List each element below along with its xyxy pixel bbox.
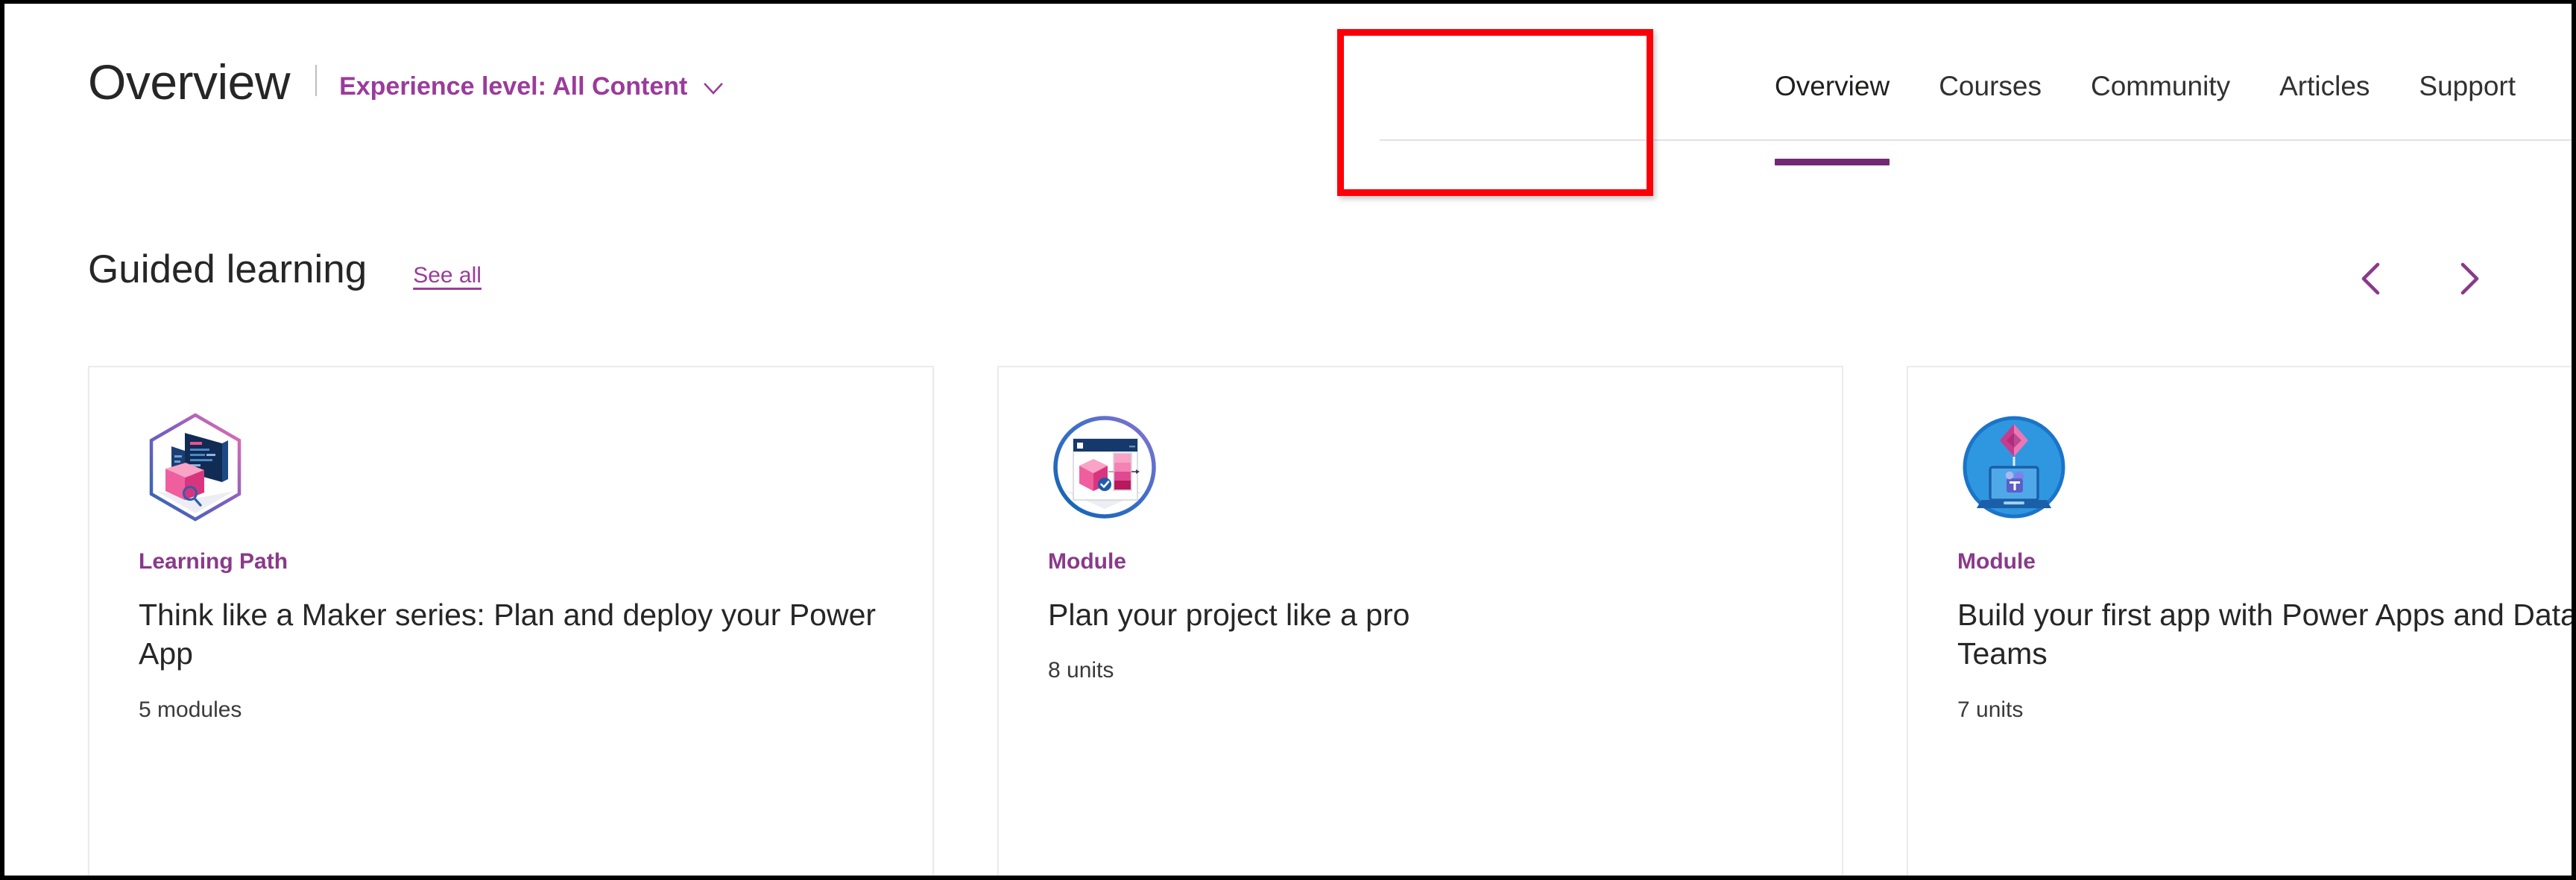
active-tab-underline bbox=[1775, 159, 1890, 165]
circle-module-teams-dataverse-icon bbox=[1957, 411, 2071, 524]
card-meta-label: 8 units bbox=[1048, 658, 1114, 683]
card-meta-label: 5 modules bbox=[139, 697, 242, 722]
annotation-highlight-box bbox=[1337, 29, 1653, 196]
title-divider bbox=[315, 65, 318, 96]
tab-community[interactable]: Community bbox=[2066, 72, 2255, 100]
carousel-prev-button[interactable] bbox=[2351, 257, 2394, 300]
card-kind-label: Module bbox=[1048, 549, 1126, 574]
guided-learning-carousel: Learning Path Think like a Maker series:… bbox=[88, 366, 2572, 876]
guided-learning-header: Guided learning See all bbox=[88, 250, 482, 289]
card-title: Build your first app with Power Apps and… bbox=[1957, 598, 2572, 671]
learning-card[interactable]: Module Build your first app with Power A… bbox=[1907, 366, 2572, 876]
learning-card[interactable]: Module Plan your project like a pro 8 un… bbox=[997, 366, 1843, 876]
chevron-right-icon bbox=[2449, 259, 2487, 298]
header-title-group: Overview Experience level: All Content bbox=[88, 57, 724, 107]
see-all-link[interactable]: See all bbox=[413, 265, 482, 287]
tab-overview[interactable]: Overview bbox=[1750, 71, 1914, 165]
nav-baseline-divider bbox=[1380, 139, 2572, 141]
card-kind-label: Module bbox=[1957, 549, 2036, 574]
experience-level-label: Experience level: All Content bbox=[339, 72, 688, 101]
tab-articles-label: Articles bbox=[2279, 71, 2370, 101]
chevron-left-icon bbox=[2353, 259, 2392, 298]
tab-articles[interactable]: Articles bbox=[2255, 72, 2394, 100]
card-title: Think like a Maker series: Plan and depl… bbox=[139, 598, 877, 671]
carousel-next-button[interactable] bbox=[2446, 257, 2490, 300]
card-kind-label: Learning Path bbox=[139, 549, 288, 574]
tab-support-label: Support bbox=[2419, 71, 2516, 101]
card-meta-label: 7 units bbox=[1957, 697, 2024, 722]
tab-overview-label: Overview bbox=[1775, 71, 1890, 101]
carousel-controls bbox=[2351, 257, 2490, 300]
tab-support[interactable]: Support bbox=[2394, 72, 2540, 100]
screenshot-frame: Overview Experience level: All Content O… bbox=[0, 0, 2576, 880]
card-title: Plan your project like a pro bbox=[1048, 598, 1410, 632]
chevron-down-icon bbox=[702, 77, 724, 100]
tab-community-label: Community bbox=[2090, 71, 2231, 101]
page-title: Overview bbox=[88, 54, 291, 110]
circle-module-plan-icon bbox=[1048, 411, 1161, 524]
tab-courses[interactable]: Courses bbox=[1914, 72, 2066, 100]
page-header: Overview Experience level: All Content O… bbox=[4, 4, 2572, 196]
experience-level-dropdown[interactable]: Experience level: All Content bbox=[339, 72, 724, 101]
tab-courses-label: Courses bbox=[1939, 71, 2042, 101]
hexagon-learning-path-icon bbox=[139, 411, 252, 524]
learning-card[interactable]: Learning Path Think like a Maker series:… bbox=[88, 366, 934, 876]
section-title: Guided learning bbox=[88, 247, 367, 291]
learn-overview-page: Overview Experience level: All Content O… bbox=[4, 4, 2572, 876]
primary-nav: Overview Courses Community Articles Supp… bbox=[1750, 71, 2540, 165]
